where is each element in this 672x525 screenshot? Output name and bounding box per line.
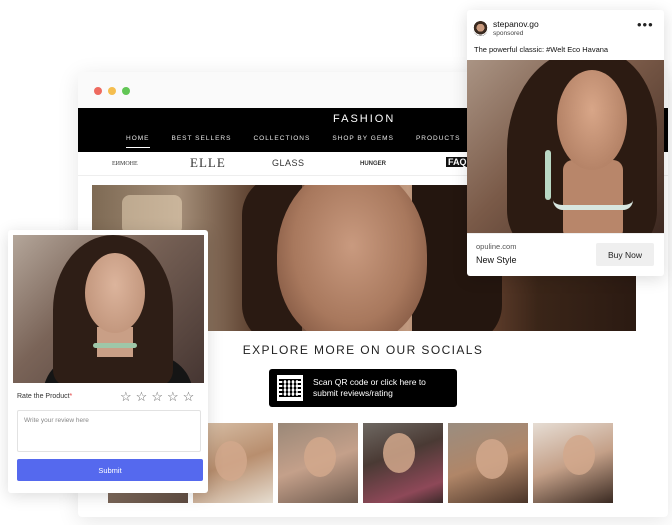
qr-code-icon [277, 375, 303, 401]
rate-label-text: Rate the Product [17, 393, 70, 400]
social-thumbnail[interactable] [363, 423, 443, 503]
star-icon[interactable]: ☆ [167, 390, 179, 403]
star-icon[interactable]: ☆ [136, 390, 148, 403]
minimize-window-button[interactable] [108, 87, 116, 95]
brand-logo-hunger[interactable]: HUNGER [360, 161, 386, 167]
star-rating: ☆ ☆ ☆ ☆ ☆ [120, 390, 194, 403]
main-nav: HOME BEST SELLERS COLLECTIONS SHOP BY GE… [126, 135, 482, 148]
photo-choker [93, 343, 137, 348]
social-thumbnail[interactable] [533, 423, 613, 503]
thumbnail-face [215, 441, 247, 481]
qr-review-button[interactable]: Scan QR code or click here to submit rev… [269, 369, 457, 407]
ad-photo-neck [563, 160, 623, 233]
social-thumbnail[interactable] [278, 423, 358, 503]
nav-item-shop-by-gems[interactable]: SHOP BY GEMS [332, 135, 394, 142]
submit-review-button[interactable]: Submit [17, 459, 203, 481]
ad-username[interactable]: stepanov.go [493, 19, 539, 29]
star-icon[interactable]: ☆ [183, 390, 195, 403]
thumbnail-face [563, 435, 595, 475]
required-mark: * [69, 393, 73, 400]
product-review-photo [13, 235, 204, 383]
ad-image[interactable] [467, 60, 664, 233]
social-thumbnail[interactable] [448, 423, 528, 503]
nav-item-best-sellers[interactable]: BEST SELLERS [172, 135, 232, 142]
ad-photo-earring [545, 150, 551, 200]
nav-item-home[interactable]: HOME [126, 135, 150, 148]
maximize-window-button[interactable] [122, 87, 130, 95]
buy-now-button[interactable]: Buy Now [596, 243, 654, 266]
ad-domain: opuline.com [476, 242, 517, 251]
brand-logo-1[interactable]: ЕИМОНЕ [112, 161, 138, 167]
star-icon[interactable]: ☆ [151, 390, 163, 403]
brand-logo-glass[interactable]: GLASS [272, 158, 305, 168]
more-options-icon[interactable]: ••• [637, 18, 654, 31]
ad-photo-necklace [553, 200, 633, 210]
sponsored-ad-card: stepanov.go sponsored ••• The powerful c… [467, 10, 664, 276]
thumbnail-face [476, 439, 508, 479]
nav-item-products[interactable]: PRODUCTS [416, 135, 460, 142]
avatar[interactable] [473, 21, 488, 36]
nav-item-collections[interactable]: COLLECTIONS [253, 135, 310, 142]
hero-lamp [122, 195, 182, 235]
photo-face [85, 253, 145, 333]
divider [467, 233, 664, 234]
review-card: Rate the Product* ☆ ☆ ☆ ☆ ☆ Submit [8, 230, 208, 493]
thumbnail-face [304, 437, 336, 477]
brand-logo-elle[interactable]: ELLE [190, 155, 226, 171]
site-title: FASHION [333, 113, 396, 125]
ad-caption: The powerful classic: #Welt Eco Havana [474, 45, 609, 54]
qr-button-label: Scan QR code or click here to submit rev… [313, 377, 426, 398]
brand-logo-faq[interactable]: FAQ [446, 157, 469, 167]
hero-face [277, 185, 427, 331]
review-textarea[interactable] [17, 410, 201, 452]
rate-product-label: Rate the Product* [17, 393, 72, 400]
ad-photo-face [557, 70, 627, 170]
sponsored-label: sponsored [493, 30, 524, 37]
ad-headline: New Style [476, 255, 517, 265]
star-icon[interactable]: ☆ [120, 390, 132, 403]
thumbnail-face [383, 433, 415, 473]
close-window-button[interactable] [94, 87, 102, 95]
